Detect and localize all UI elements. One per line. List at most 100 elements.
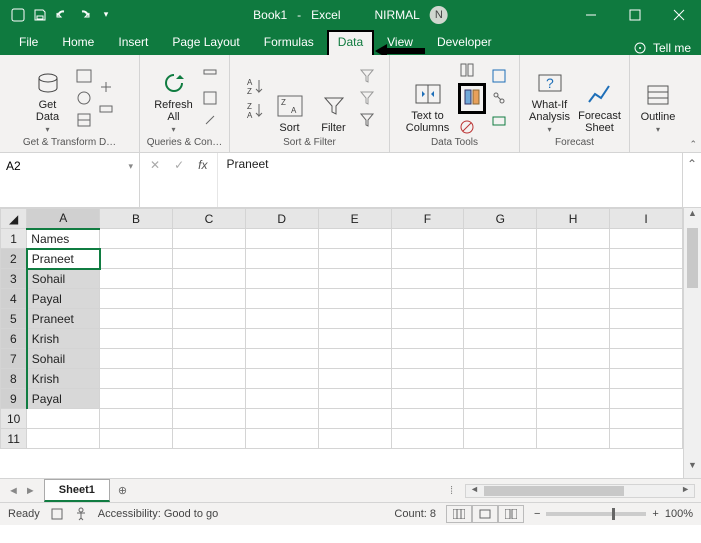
- edit-links-icon[interactable]: [201, 111, 219, 129]
- cell[interactable]: [537, 409, 610, 429]
- cell[interactable]: [464, 249, 537, 269]
- cell[interactable]: Names: [27, 229, 100, 249]
- row-header[interactable]: 1: [1, 229, 27, 249]
- autosave-toggle-icon[interactable]: [10, 7, 26, 23]
- cell[interactable]: [318, 269, 391, 289]
- minimize-button[interactable]: [569, 0, 613, 29]
- forecast-sheet-button[interactable]: Forecast Sheet: [577, 62, 623, 134]
- cell[interactable]: [100, 249, 173, 269]
- cell[interactable]: [391, 309, 464, 329]
- what-if-button[interactable]: ? What-If Analysis ▾: [527, 62, 573, 134]
- cell[interactable]: Sohail: [27, 269, 100, 289]
- cell[interactable]: [464, 349, 537, 369]
- sort-button[interactable]: ZA Sort: [270, 62, 310, 134]
- cell[interactable]: [391, 229, 464, 249]
- tell-me[interactable]: Tell me: [653, 41, 691, 55]
- normal-view-button[interactable]: [446, 505, 472, 523]
- sheet-tab[interactable]: Sheet1: [44, 479, 110, 502]
- sort-za-icon[interactable]: ZA: [244, 99, 266, 121]
- cell[interactable]: [391, 329, 464, 349]
- cell[interactable]: [610, 389, 683, 409]
- cell[interactable]: [100, 269, 173, 289]
- cell[interactable]: [245, 309, 318, 329]
- cell[interactable]: Krish: [27, 329, 100, 349]
- reapply-icon[interactable]: [358, 89, 376, 107]
- cell[interactable]: [172, 369, 245, 389]
- page-break-view-button[interactable]: [498, 505, 524, 523]
- select-all-corner[interactable]: ◢: [1, 209, 27, 229]
- cell[interactable]: [318, 409, 391, 429]
- formula-input[interactable]: Praneet: [218, 153, 683, 207]
- column-header[interactable]: G: [464, 209, 537, 229]
- cell[interactable]: [537, 389, 610, 409]
- cell[interactable]: [100, 229, 173, 249]
- filter-button[interactable]: Filter: [314, 62, 354, 134]
- properties-icon[interactable]: [201, 89, 219, 107]
- cell[interactable]: [464, 289, 537, 309]
- cell[interactable]: [537, 229, 610, 249]
- cell[interactable]: [172, 309, 245, 329]
- cell[interactable]: [172, 409, 245, 429]
- cell[interactable]: [100, 349, 173, 369]
- cell[interactable]: [318, 289, 391, 309]
- cell[interactable]: [318, 229, 391, 249]
- cell[interactable]: [391, 249, 464, 269]
- cell[interactable]: [537, 249, 610, 269]
- scroll-up-icon[interactable]: ▲: [684, 208, 701, 226]
- cell[interactable]: [318, 369, 391, 389]
- cell[interactable]: [100, 389, 173, 409]
- clear-filter-icon[interactable]: [358, 67, 376, 85]
- cell[interactable]: [610, 429, 683, 449]
- data-validation-icon[interactable]: [458, 118, 476, 136]
- column-header[interactable]: B: [100, 209, 173, 229]
- cell[interactable]: [27, 429, 100, 449]
- qat-dropdown-icon[interactable]: ▾: [98, 7, 114, 23]
- cell[interactable]: [464, 409, 537, 429]
- cell[interactable]: [27, 409, 100, 429]
- cell[interactable]: [100, 289, 173, 309]
- tab-formulas[interactable]: Formulas: [253, 30, 325, 55]
- cell[interactable]: Sohail: [27, 349, 100, 369]
- existing-connections-icon[interactable]: [97, 100, 115, 118]
- cell[interactable]: [464, 269, 537, 289]
- cell[interactable]: [537, 289, 610, 309]
- cell[interactable]: [318, 309, 391, 329]
- cell[interactable]: Praneet: [27, 249, 100, 269]
- cell[interactable]: [610, 349, 683, 369]
- zoom-in-button[interactable]: +: [652, 508, 658, 520]
- row-header[interactable]: 4: [1, 289, 27, 309]
- advanced-filter-icon[interactable]: [358, 111, 376, 129]
- cell[interactable]: [245, 369, 318, 389]
- cell[interactable]: [172, 429, 245, 449]
- tab-data[interactable]: Data: [327, 30, 374, 55]
- tab-file[interactable]: File: [8, 30, 49, 55]
- cell[interactable]: [172, 349, 245, 369]
- cell[interactable]: [245, 329, 318, 349]
- avatar[interactable]: N: [430, 6, 448, 24]
- fx-icon[interactable]: fx: [198, 158, 207, 172]
- cell[interactable]: [245, 249, 318, 269]
- cell[interactable]: [318, 349, 391, 369]
- sheet-nav-next-icon[interactable]: ►: [25, 485, 36, 497]
- cell[interactable]: Payal: [27, 289, 100, 309]
- remove-duplicates-button[interactable]: [458, 83, 486, 114]
- cell[interactable]: [172, 249, 245, 269]
- accessibility-status[interactable]: Accessibility: Good to go: [98, 508, 218, 520]
- cell[interactable]: Krish: [27, 369, 100, 389]
- column-header[interactable]: C: [172, 209, 245, 229]
- scroll-down-icon[interactable]: ▼: [684, 460, 701, 478]
- enter-icon[interactable]: ✓: [174, 158, 184, 172]
- relationships-icon[interactable]: [490, 89, 508, 107]
- outline-button[interactable]: Outline ▾: [635, 62, 681, 134]
- cell[interactable]: [391, 389, 464, 409]
- cell[interactable]: [537, 349, 610, 369]
- column-header[interactable]: A: [27, 209, 100, 229]
- cell[interactable]: [245, 349, 318, 369]
- maximize-button[interactable]: [613, 0, 657, 29]
- cell[interactable]: [537, 369, 610, 389]
- column-header[interactable]: F: [391, 209, 464, 229]
- cell[interactable]: [610, 309, 683, 329]
- column-header[interactable]: E: [318, 209, 391, 229]
- cell[interactable]: [100, 369, 173, 389]
- cell[interactable]: [610, 229, 683, 249]
